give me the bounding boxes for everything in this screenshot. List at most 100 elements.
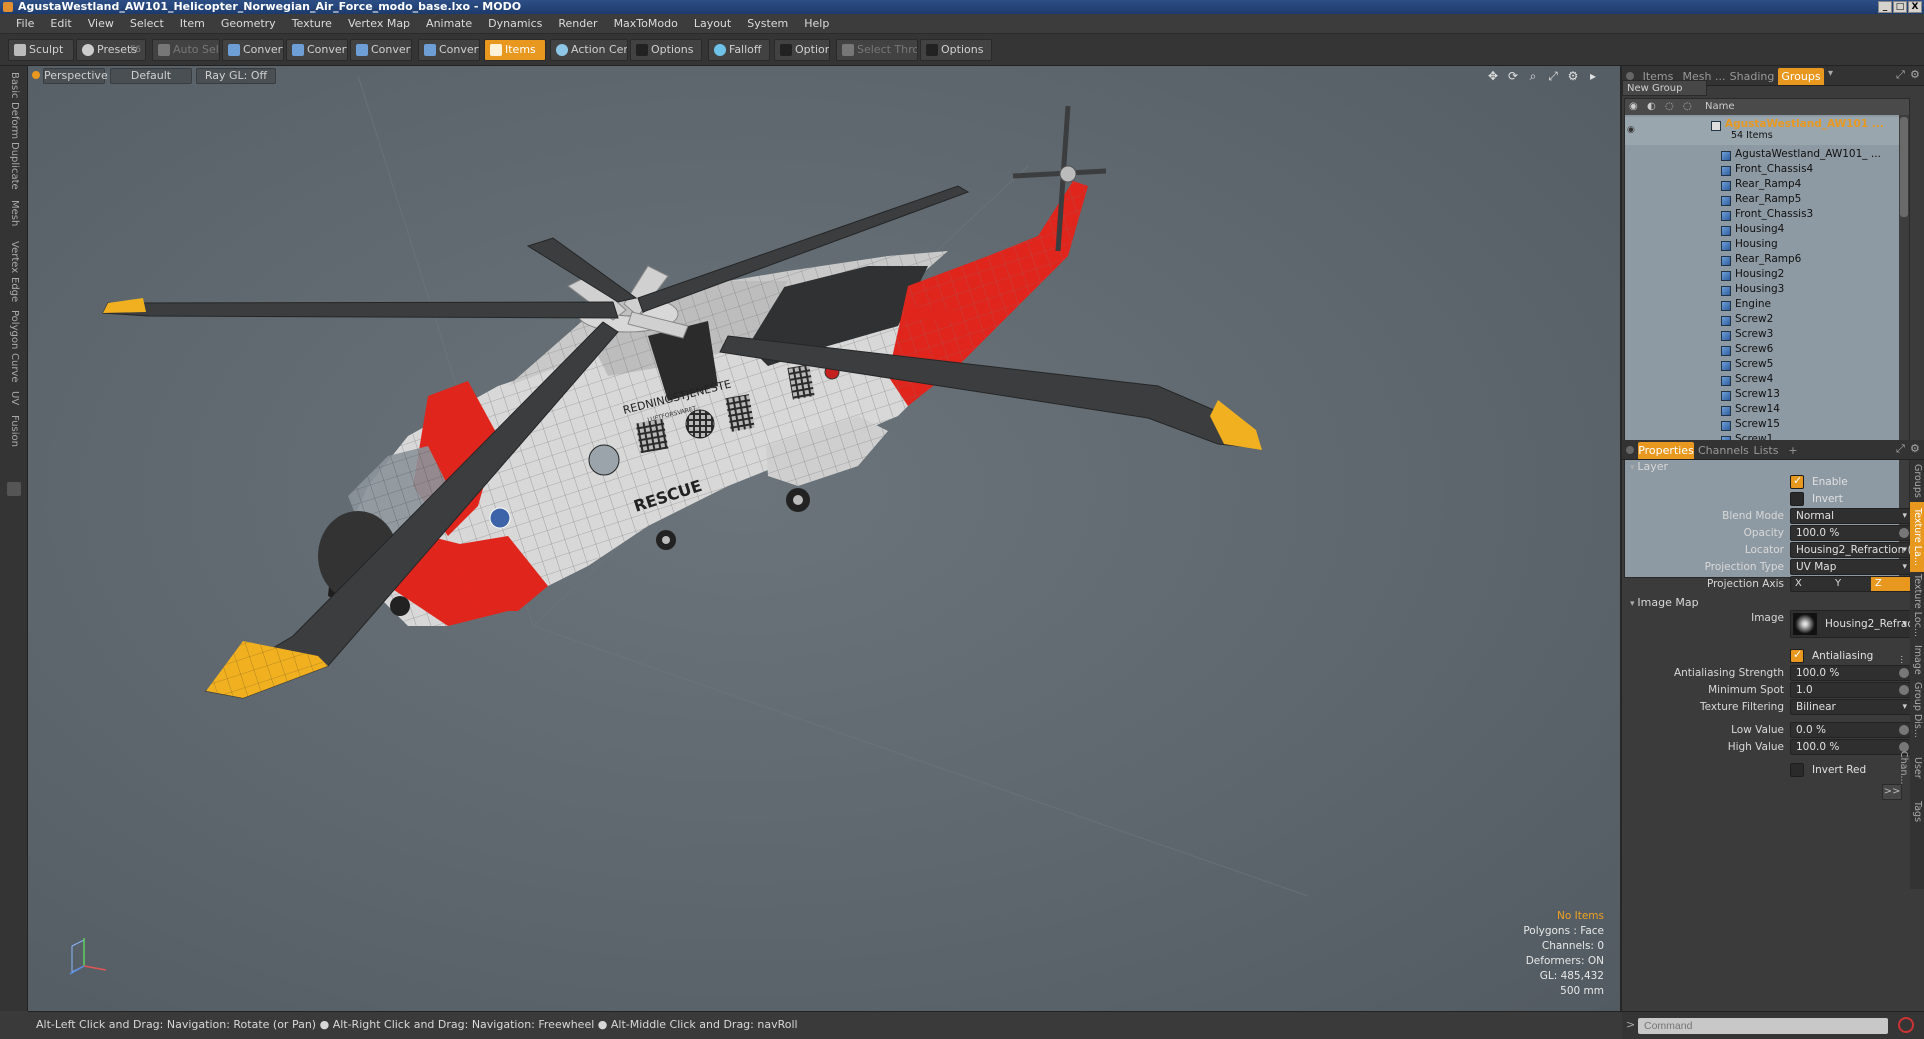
tab-polygon[interactable]: Polygon [4, 310, 24, 350]
falloff-options-button[interactable]: Options [774, 39, 830, 61]
raygl-button[interactable]: Ray GL: Off [196, 68, 276, 84]
menu-animate[interactable]: Animate [418, 14, 480, 34]
locator-select[interactable]: Housing2_Refraction (Image...▾ [1790, 542, 1912, 558]
invert-checkbox[interactable] [1790, 492, 1804, 506]
tab-mesh-edit[interactable]: Mesh Edit [4, 190, 24, 236]
tab-fusion[interactable]: Fusion [4, 412, 24, 450]
chevron-down-icon[interactable]: ▾ [1828, 68, 1833, 79]
auto-select-button[interactable]: Auto Select [152, 39, 220, 61]
vtab-texture-locator[interactable]: Texture Loc... [1910, 574, 1924, 638]
menu-view[interactable]: View [80, 14, 122, 34]
close-button[interactable]: X [1908, 1, 1922, 13]
panel-menu-icon[interactable] [1626, 446, 1634, 454]
vtab-group-display[interactable]: Group Dis... [1910, 682, 1924, 738]
tab-properties[interactable]: Properties [1638, 442, 1694, 459]
tab-lists[interactable]: Lists [1748, 442, 1784, 459]
maximize-button[interactable]: □ [1893, 1, 1907, 13]
convert-vertices-button[interactable]: Convert [222, 39, 284, 61]
menu-geometry[interactable]: Geometry [213, 14, 284, 34]
minimize-button[interactable]: _ [1878, 1, 1892, 13]
texture-filtering-select[interactable]: Bilinear ▾ [1790, 699, 1912, 715]
axis-z-button[interactable]: Z [1871, 577, 1911, 591]
enable-checkbox[interactable] [1790, 474, 1804, 489]
action-center-button[interactable]: Action Center [550, 39, 628, 61]
tab-duplicate[interactable]: Duplicate [4, 142, 24, 190]
select-options-button[interactable]: Options [920, 39, 992, 61]
tab-edge[interactable]: Edge [4, 276, 24, 304]
viewport-menu-icon[interactable] [32, 71, 40, 79]
expand-icon[interactable]: ⤢ [1896, 442, 1905, 456]
tab-basic[interactable]: Basic [4, 70, 24, 100]
axis-y-button[interactable]: Y [1831, 577, 1871, 591]
vtab-groups[interactable]: Groups [1910, 462, 1924, 500]
convert-materials-button[interactable]: Convert [418, 39, 480, 61]
menu-texture[interactable]: Texture [284, 14, 340, 34]
record-icon[interactable] [1898, 1017, 1914, 1033]
convert-polygons-button[interactable]: Convert [350, 39, 412, 61]
menu-file[interactable]: File [8, 14, 42, 34]
view-perspective-button[interactable]: Perspective [43, 68, 108, 84]
3d-viewport[interactable]: REDNINGSTJENESTE LUFTFORSVARET RESCUE Pe… [28, 66, 1622, 1011]
projection-type-select[interactable]: UV Map ▾ [1790, 559, 1912, 575]
command-input[interactable] [1638, 1018, 1888, 1034]
falloff-button[interactable]: Falloff [708, 39, 770, 61]
antialiasing-checkbox[interactable] [1790, 648, 1804, 663]
menu-system[interactable]: System [739, 14, 796, 34]
expand-icon[interactable]: ⤢ [1896, 68, 1905, 82]
vtab-texture-layer[interactable]: Texture La... [1910, 502, 1924, 572]
menu-layout[interactable]: Layout [686, 14, 739, 34]
tab-deform[interactable]: Deform [4, 102, 24, 139]
menu-dynamics[interactable]: Dynamics [480, 14, 550, 34]
action-center-options-button[interactable]: Options [630, 39, 702, 61]
add-tab-button[interactable]: + [1784, 442, 1802, 459]
opacity-field[interactable]: 100.0 % [1790, 525, 1912, 541]
menu-edit[interactable]: Edit [42, 14, 79, 34]
high-value-field[interactable]: 100.0 % [1790, 739, 1912, 755]
vtab-user-channels[interactable]: User Chan... [1898, 740, 1924, 796]
convert-edges-button[interactable]: Convert [286, 39, 348, 61]
image-map-section[interactable]: Image Map [1630, 596, 1698, 609]
menu-item[interactable]: Item [172, 14, 213, 34]
low-value-field[interactable]: 0.0 % [1790, 722, 1912, 738]
sculpt-button[interactable]: Sculpt [8, 39, 74, 61]
menu-maxtomodo[interactable]: MaxToModo [606, 14, 686, 34]
tab-vertex[interactable]: Vertex [4, 240, 24, 274]
invert-red-checkbox[interactable] [1790, 763, 1804, 777]
gear-icon[interactable]: ⚙ [1566, 69, 1580, 83]
image-select[interactable]: Housing2_Refraction▾ [1790, 610, 1912, 638]
fit-icon[interactable]: ⤢ [1546, 69, 1560, 83]
tab-shading[interactable]: Shading [1728, 68, 1776, 85]
gear-icon[interactable]: ⚙ [1910, 442, 1920, 455]
vtab-image[interactable]: Image ... [1898, 640, 1924, 680]
select-through-button[interactable]: Select Through [836, 39, 918, 61]
items-mode-button[interactable]: Items [484, 39, 546, 61]
shading-style-button[interactable]: Default [110, 68, 192, 84]
blend-mode-select[interactable]: Normal ▾ [1790, 508, 1912, 524]
axis-x-button[interactable]: X [1791, 577, 1831, 591]
tab-uv[interactable]: UV [4, 388, 24, 408]
new-group-button[interactable]: New Group [1622, 80, 1707, 96]
menu-vertex-map[interactable]: Vertex Map [340, 14, 418, 34]
vtab-tags[interactable]: Tags [1910, 798, 1924, 826]
more-button[interactable]: >> [1882, 784, 1902, 800]
aa-strength-field[interactable]: 100.0 % [1790, 665, 1912, 681]
gear-icon[interactable]: ⚙ [1910, 68, 1920, 81]
vertex-convert-icon [228, 44, 240, 56]
panel-menu-icon[interactable] [1626, 72, 1634, 80]
presets-button[interactable]: Presets F6 [76, 39, 146, 61]
menu-help[interactable]: Help [796, 14, 837, 34]
menu-select[interactable]: Select [122, 14, 172, 34]
minimum-spot-field[interactable]: 1.0 [1790, 682, 1912, 698]
tab-toggle-button[interactable] [7, 482, 21, 496]
tab-curve[interactable]: Curve [4, 352, 24, 384]
zoom-icon[interactable]: ⌕ [1526, 69, 1540, 83]
rotate-icon[interactable]: ⟳ [1506, 69, 1520, 83]
tab-groups[interactable]: Groups [1778, 68, 1824, 85]
pan-icon[interactable]: ✥ [1486, 69, 1500, 83]
menu-render[interactable]: Render [550, 14, 605, 34]
viewport-expand-icon[interactable]: ▸ [1586, 69, 1600, 83]
eye-icon[interactable]: ◉ [1627, 121, 1637, 135]
tab-channels[interactable]: Channels [1698, 442, 1749, 459]
layer-section[interactable]: Layer [1630, 460, 1668, 473]
tree-root-group[interactable]: ◉ AgustaWestland_AW101 ... 54 Items [1625, 117, 1909, 145]
